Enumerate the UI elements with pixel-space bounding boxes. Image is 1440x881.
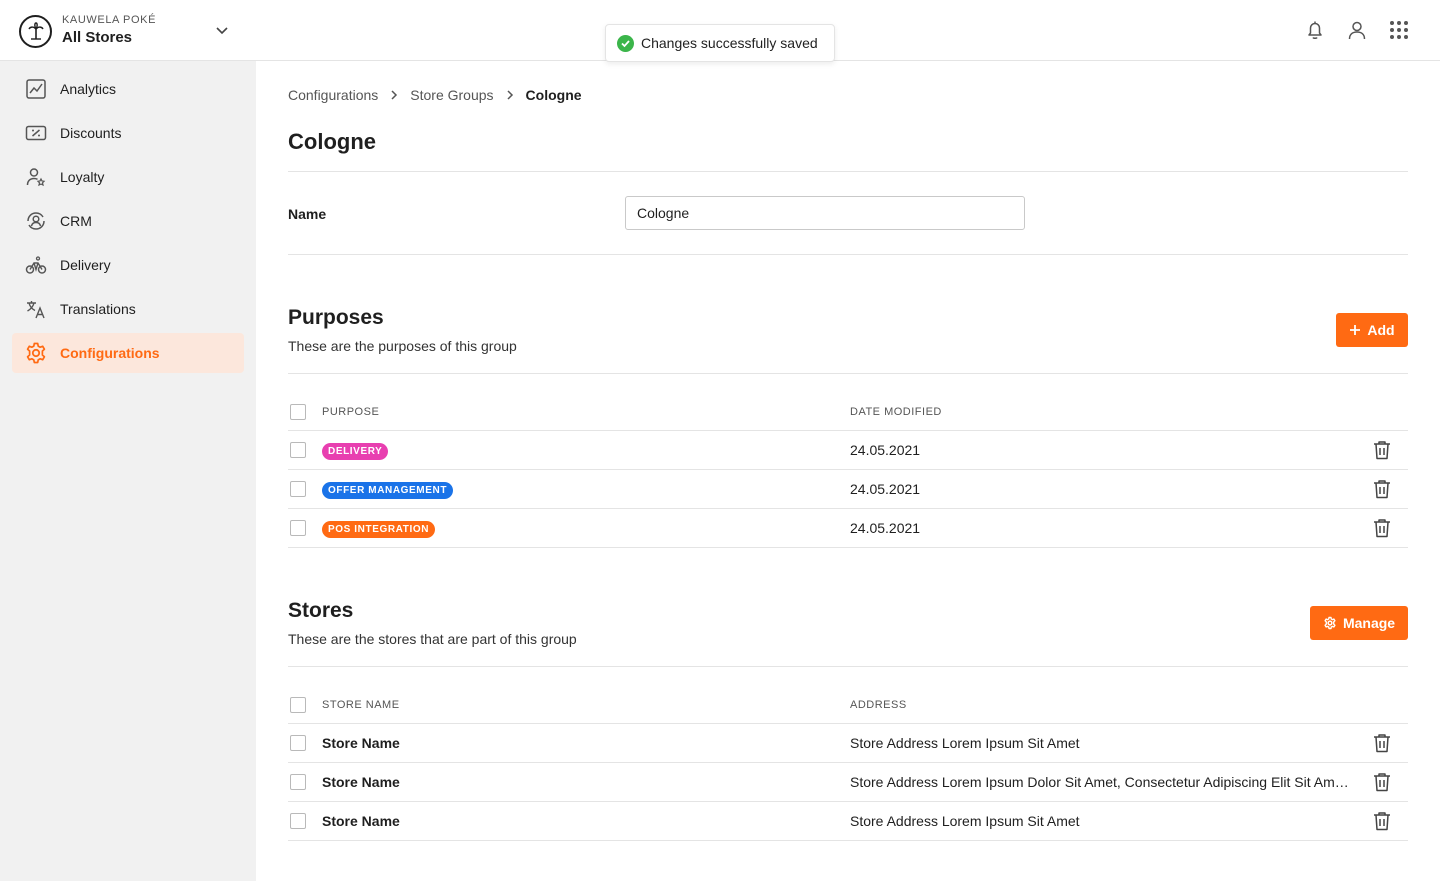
- sidebar-item-label: Loyalty: [60, 169, 105, 185]
- store-name: Store Name: [322, 774, 400, 790]
- store-address: Store Address Lorem Ipsum Dolor Sit Amet…: [850, 774, 1355, 790]
- translate-icon: [24, 297, 48, 321]
- divider: [288, 254, 1408, 255]
- analytics-icon: [24, 77, 48, 101]
- palm-logo-icon: [19, 14, 52, 48]
- table-row: Store Name Store Address Lorem Ipsum Sit…: [288, 724, 1408, 763]
- sidebar-item-label: Discounts: [60, 125, 122, 141]
- page-title: Cologne: [288, 129, 376, 154]
- stores-title: Stores: [288, 599, 354, 622]
- sidebar-item-analytics[interactable]: Analytics: [12, 69, 244, 109]
- user-icon[interactable]: [1345, 18, 1369, 42]
- divider: [288, 373, 1408, 374]
- store-name: Store Name: [322, 813, 400, 829]
- sidebar-item-delivery[interactable]: Delivery: [12, 245, 244, 285]
- breadcrumb-configurations[interactable]: Configurations: [288, 87, 378, 103]
- company-name: KAUWELA POKÉ: [62, 14, 157, 26]
- table-row: OFFER MANAGEMENT 24.05.2021: [288, 470, 1408, 509]
- breadcrumb-current: Cologne: [525, 87, 582, 103]
- purpose-tag: DELIVERY: [322, 442, 389, 460]
- purpose-tag: OFFER MANAGEMENT: [322, 481, 454, 499]
- chevron-right-icon: [388, 89, 400, 101]
- trash-icon[interactable]: [1370, 477, 1394, 501]
- check-circle-icon: [617, 34, 634, 52]
- date-modified: 24.05.2021: [850, 481, 921, 497]
- sidebar-item-loyalty[interactable]: Loyalty: [12, 157, 244, 197]
- top-header: KAUWELA POKÉ All Stores Changes successf…: [0, 0, 1440, 62]
- apps-grid-icon[interactable]: [1387, 18, 1411, 42]
- divider: [288, 666, 1408, 667]
- trash-icon[interactable]: [1370, 438, 1394, 462]
- breadcrumb: Configurations Store Groups Cologne: [288, 87, 582, 103]
- gear-icon: [24, 341, 48, 365]
- row-checkbox[interactable]: [290, 520, 306, 536]
- store-selector-label: All Stores: [62, 29, 133, 46]
- gear-icon: [1323, 616, 1337, 630]
- manage-button-label: Manage: [1342, 615, 1396, 631]
- row-checkbox[interactable]: [290, 481, 306, 497]
- store-address: Store Address Lorem Ipsum Sit Amet: [850, 735, 1080, 751]
- sidebar-item-label: Analytics: [60, 81, 117, 97]
- column-header-purpose: PURPOSE: [322, 405, 380, 418]
- trash-icon[interactable]: [1370, 809, 1394, 833]
- sidebar-item-label: Delivery: [60, 257, 111, 273]
- success-toast: Changes successfully saved: [605, 24, 835, 62]
- crm-icon: [24, 209, 48, 233]
- table-row: Store Name Store Address Lorem Ipsum Dol…: [288, 763, 1408, 802]
- breadcrumb-store-groups[interactable]: Store Groups: [410, 87, 493, 103]
- purpose-tag: POS INTEGRATION: [322, 520, 436, 538]
- purposes-table: PURPOSE DATE MODIFIED DELIVERY 24.05.202…: [288, 393, 1408, 548]
- row-checkbox[interactable]: [290, 813, 306, 829]
- plus-icon: [1349, 324, 1361, 336]
- table-row: DELIVERY 24.05.2021: [288, 431, 1408, 470]
- row-checkbox[interactable]: [290, 735, 306, 751]
- trash-icon[interactable]: [1370, 731, 1394, 755]
- store-name: Store Name: [322, 735, 400, 751]
- sidebar-item-discounts[interactable]: Discounts: [12, 113, 244, 153]
- discount-icon: [24, 121, 48, 145]
- column-header-date-modified: DATE MODIFIED: [850, 405, 942, 418]
- name-input[interactable]: [625, 196, 1025, 230]
- purposes-subtitle: These are the purposes of this group: [288, 338, 517, 354]
- trash-icon[interactable]: [1370, 770, 1394, 794]
- stores-subtitle: These are the stores that are part of th…: [288, 631, 577, 647]
- date-modified: 24.05.2021: [850, 442, 921, 458]
- column-header-store-name: STORE NAME: [322, 698, 400, 711]
- table-header: PURPOSE DATE MODIFIED: [288, 393, 1408, 431]
- column-header-address: ADDRESS: [850, 698, 907, 711]
- sidebar-item-label: CRM: [60, 213, 92, 229]
- name-label: Name: [288, 206, 327, 222]
- divider: [288, 171, 1408, 172]
- sidebar-item-translations[interactable]: Translations: [12, 289, 244, 329]
- trash-icon[interactable]: [1370, 516, 1394, 540]
- bicycle-icon: [24, 253, 48, 277]
- table-row: POS INTEGRATION 24.05.2021: [288, 509, 1408, 548]
- sidebar-item-label: Translations: [60, 301, 136, 317]
- stores-table: STORE NAME ADDRESS Store Name Store Addr…: [288, 686, 1408, 841]
- add-button-label: Add: [1367, 322, 1395, 338]
- sidebar-item-crm[interactable]: CRM: [12, 201, 244, 241]
- add-purpose-button[interactable]: Add: [1336, 313, 1408, 347]
- row-checkbox[interactable]: [290, 774, 306, 790]
- bell-icon[interactable]: [1303, 18, 1327, 42]
- sidebar: Analytics Discounts Loyalty CRM Delivery…: [0, 61, 256, 881]
- chevron-down-icon[interactable]: [214, 22, 230, 43]
- toast-message: Changes successfully saved: [641, 35, 818, 51]
- row-checkbox[interactable]: [290, 442, 306, 458]
- loyalty-icon: [24, 165, 48, 189]
- purposes-title: Purposes: [288, 306, 384, 329]
- store-selector[interactable]: KAUWELA POKÉ All Stores: [19, 13, 259, 49]
- sidebar-item-label: Configurations: [60, 345, 160, 361]
- chevron-right-icon: [504, 89, 516, 101]
- date-modified: 24.05.2021: [850, 520, 921, 536]
- select-all-checkbox[interactable]: [290, 696, 306, 713]
- select-all-checkbox[interactable]: [290, 403, 306, 420]
- table-header: STORE NAME ADDRESS: [288, 686, 1408, 724]
- table-row: Store Name Store Address Lorem Ipsum Sit…: [288, 802, 1408, 841]
- store-address: Store Address Lorem Ipsum Sit Amet: [850, 813, 1080, 829]
- manage-stores-button[interactable]: Manage: [1310, 606, 1408, 640]
- sidebar-item-configurations[interactable]: Configurations: [12, 333, 244, 373]
